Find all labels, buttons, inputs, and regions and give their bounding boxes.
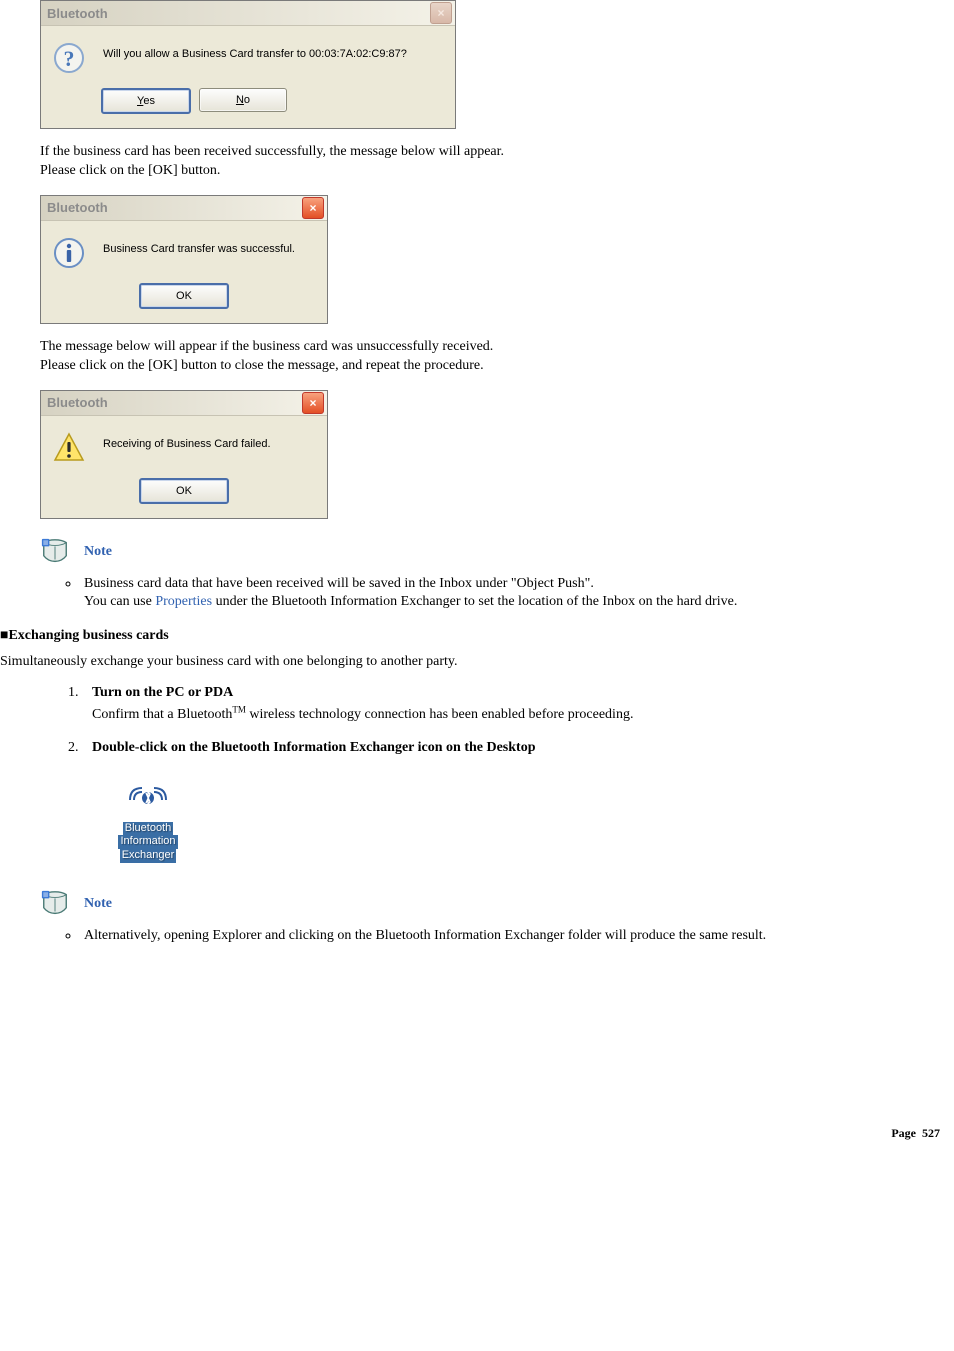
question-icon: ? <box>53 42 85 74</box>
list-item: Double-click on the Bluetooth Informatio… <box>82 739 954 758</box>
dialog-button-row: OK <box>41 472 327 518</box>
section-intro: Simultaneously exchange your business ca… <box>0 654 954 670</box>
dialog-titlebar: Bluetooth × <box>41 391 327 416</box>
dialog-message: Business Card transfer was successful. <box>103 237 295 255</box>
note-icon <box>40 537 70 567</box>
ok-button[interactable]: OK <box>139 478 229 504</box>
text-line: Alternatively, opening Explorer and clic… <box>84 928 766 943</box>
yes-button[interactable]: Yes <box>101 88 191 114</box>
text-line: Business card data that have been receiv… <box>84 576 594 591</box>
dialog-button-row: OK <box>41 277 327 323</box>
no-button[interactable]: No <box>199 88 287 112</box>
step-list: Turn on the PC or PDA Confirm that a Blu… <box>82 684 954 757</box>
dialog-title: Bluetooth <box>47 6 430 21</box>
note-list: Business card data that have been receiv… <box>80 575 954 613</box>
info-icon <box>53 237 85 269</box>
step-title: Turn on the PC or PDA <box>92 685 233 700</box>
section-heading: ■Exchanging business cards <box>0 628 954 644</box>
bluetooth-confirm-dialog: Bluetooth × ? Will you allow a Business … <box>40 0 456 129</box>
close-icon[interactable]: × <box>302 392 324 414</box>
note-list: Alternatively, opening Explorer and clic… <box>80 927 954 946</box>
close-icon[interactable]: × <box>302 197 324 219</box>
list-item: Alternatively, opening Explorer and clic… <box>80 927 954 946</box>
dialog-message: Will you allow a Business Card transfer … <box>103 42 407 60</box>
list-item: Turn on the PC or PDA Confirm that a Blu… <box>82 684 954 724</box>
step-title: Double-click on the Bluetooth Informatio… <box>92 740 535 755</box>
dialog-message: Receiving of Business Card failed. <box>103 432 271 450</box>
dialog-titlebar: Bluetooth × <box>41 1 455 26</box>
desktop-icon-figure: Bluetooth Information Exchanger <box>92 772 954 871</box>
note-heading: Note <box>40 537 954 567</box>
note-heading: Note <box>40 889 954 919</box>
desktop-icon-label: Exchanger <box>120 849 177 863</box>
note-label: Note <box>84 896 112 912</box>
properties-link[interactable]: Properties <box>155 594 212 609</box>
step-body: Confirm that a BluetoothTM wireless tech… <box>92 707 633 722</box>
list-item: Business card data that have been receiv… <box>80 575 954 613</box>
dialog-titlebar: Bluetooth × <box>41 196 327 221</box>
note-label: Note <box>84 544 112 560</box>
text-line: If the business card has been received s… <box>40 144 504 159</box>
svg-text:?: ? <box>64 46 75 71</box>
close-icon[interactable]: × <box>430 2 452 24</box>
bluetooth-success-dialog: Bluetooth × Business Card transfer was s… <box>40 195 328 324</box>
note-icon <box>40 889 70 919</box>
paragraph: The message below will appear if the bus… <box>40 338 954 376</box>
text-line: Please click on the [OK] button to close… <box>40 358 484 373</box>
text-line: You can use Properties under the Bluetoo… <box>84 594 737 609</box>
dialog-title: Bluetooth <box>47 395 302 410</box>
page-footer: Page 527 <box>0 1126 940 1141</box>
dialog-button-row: Yes No <box>41 82 455 128</box>
text-line: The message below will appear if the bus… <box>40 339 493 354</box>
dialog-title: Bluetooth <box>47 200 302 215</box>
dialog-body: ? Will you allow a Business Card transfe… <box>41 26 455 82</box>
bluetooth-exchanger-icon[interactable]: Bluetooth Information Exchanger <box>92 772 204 871</box>
text-line: Please click on the [OK] button. <box>40 163 220 178</box>
dialog-body: Receiving of Business Card failed. <box>41 416 327 472</box>
warning-icon <box>53 432 85 464</box>
dialog-body: Business Card transfer was successful. <box>41 221 327 277</box>
ok-button[interactable]: OK <box>139 283 229 309</box>
bluetooth-failed-dialog: Bluetooth × Receiving of Business Card f… <box>40 390 328 519</box>
desktop-icon-label: Information <box>118 835 177 849</box>
desktop-icon-label: Bluetooth <box>123 822 173 836</box>
paragraph: If the business card has been received s… <box>40 143 954 181</box>
